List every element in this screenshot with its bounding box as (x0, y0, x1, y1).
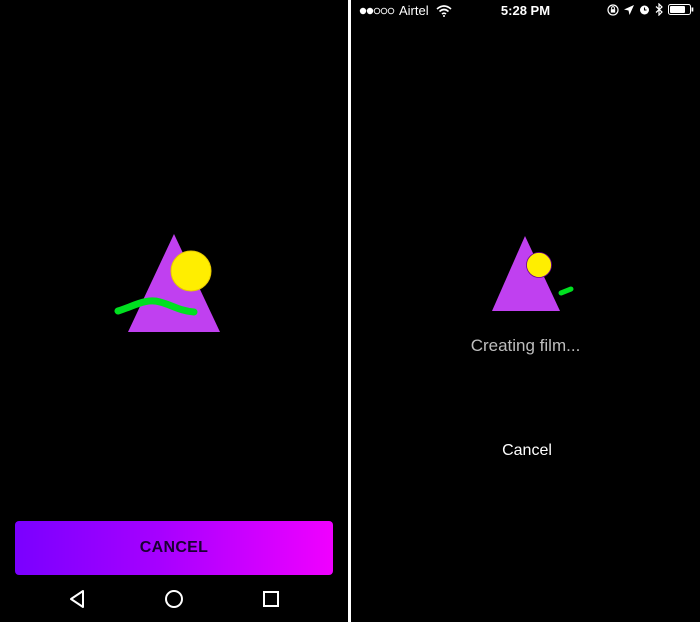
progress-text: Creating film... (470, 336, 581, 355)
film-artwork (114, 234, 220, 332)
ios-screen: Airtel 5:28 PM Creating film... Cancel (351, 0, 700, 622)
ios-status-bar: Airtel 5:28 PM (351, 0, 700, 22)
battery-icon (668, 4, 694, 15)
film-artwork (492, 236, 574, 311)
bluetooth-icon (655, 3, 663, 16)
recents-square-icon[interactable] (260, 588, 282, 610)
android-nav-bar (0, 585, 348, 615)
cancel-button-label: CANCEL (139, 539, 209, 556)
alarm-icon (640, 5, 649, 15)
artwork-triangle (492, 236, 560, 311)
home-circle-icon[interactable] (163, 588, 185, 610)
orientation-lock-icon (607, 3, 619, 16)
location-arrow-icon (624, 4, 634, 15)
cancel-button[interactable]: Cancel (477, 442, 577, 460)
android-screen: CANCEL (0, 0, 348, 622)
artwork-sun (170, 250, 212, 292)
artwork-wave (558, 286, 574, 296)
artwork-sun (526, 252, 552, 278)
back-triangle-icon[interactable] (66, 588, 88, 610)
cancel-button[interactable]: CANCEL (15, 521, 333, 575)
